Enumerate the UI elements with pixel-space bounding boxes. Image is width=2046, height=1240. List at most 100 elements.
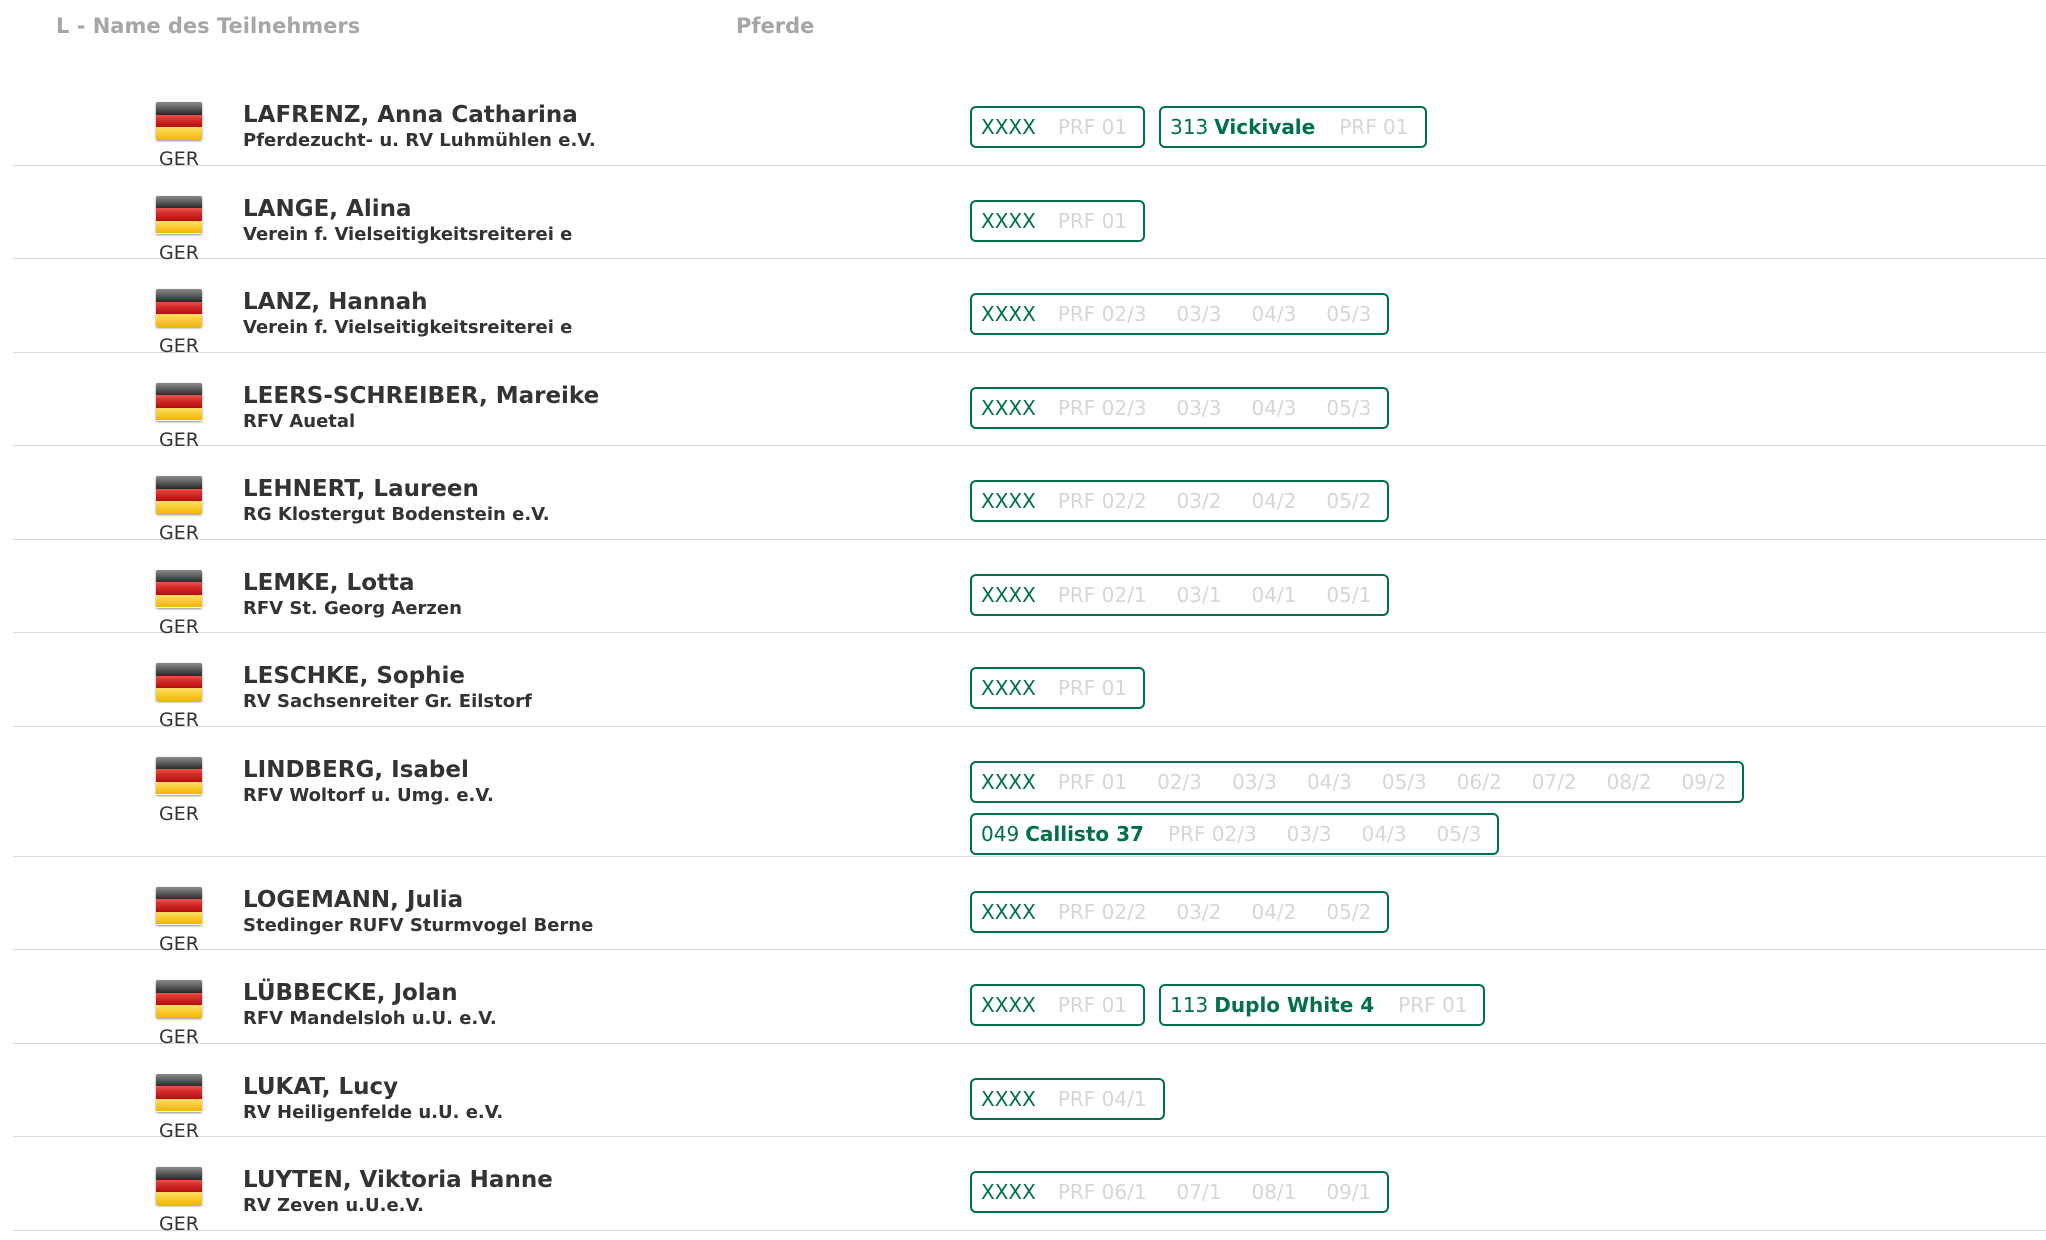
result-code: PRF 04/1	[1057, 1086, 1147, 1111]
result-code: 04/2	[1251, 899, 1297, 924]
horse-entry-pill[interactable]: 049 Callisto 37 PRF 02/3 03/3 04/3 05/3	[970, 812, 1500, 855]
horse-entry-pill[interactable]: XXXX PRF 06/1 07/1 08/1 09/1	[970, 1171, 1390, 1213]
rider-name[interactable]: LINDBERG, Isabel	[243, 757, 494, 783]
participant-row: GER LÜBBECKE, Jolan RFV Mandelsloh u.U. e.…	[13, 950, 2046, 1048]
horse-name[interactable]: Duplo White 4	[1214, 993, 1374, 1017]
horse-entry-pill[interactable]: XXXX PRF 01	[970, 106, 1146, 148]
horse-number: XXXX	[981, 1086, 1036, 1111]
result-code: 05/1	[1326, 582, 1372, 607]
entry-line: XXXX PRF 02/1 03/1 04/1 05/1	[970, 573, 1390, 616]
rider-name[interactable]: LAFRENZ, Anna Catharina	[243, 102, 596, 128]
germany-flag-icon	[156, 980, 202, 1018]
result-code: PRF 01	[1057, 769, 1128, 794]
horse-entry-pill[interactable]: XXXX PRF 01	[970, 984, 1146, 1026]
nation: GER	[141, 195, 217, 264]
rider-info: LEERS-SCHREIBER, Mareike RFV Auetal	[243, 383, 599, 432]
germany-flag-icon	[156, 1167, 202, 1205]
rider-name[interactable]: LÜBBECKE, Jolan	[243, 980, 497, 1006]
rider-name[interactable]: LEHNERT, Laureen	[243, 476, 550, 502]
rider-name[interactable]: LUYTEN, Viktoria Hanne	[243, 1167, 553, 1193]
horse-entry-pill[interactable]: 113 Duplo White 4 PRF 01	[1159, 984, 1486, 1026]
germany-flag-icon	[156, 289, 202, 327]
participant-list: GER LAFRENZ, Anna Catharina Pferdezucht- u…	[0, 72, 2046, 1235]
rider-name[interactable]: LOGEMANN, Julia	[243, 887, 593, 913]
result-code: 08/1	[1251, 1180, 1297, 1204]
participant-row: GER LEMKE, Lotta RFV St. Georg Aerzen XXXX P…	[13, 540, 2046, 638]
germany-flag-icon	[156, 756, 202, 795]
germany-flag-icon	[156, 382, 202, 421]
horse-entries: XXXX PRF 02/2 03/2 04/2 05/2	[970, 480, 1390, 522]
result-code: PRF 02/1	[1057, 582, 1147, 607]
horse-name[interactable]: Callisto 37	[1025, 822, 1144, 846]
result-code: PRF 01	[1057, 676, 1128, 700]
result-code: 07/1	[1176, 1180, 1222, 1204]
horse-number: XXXX	[981, 899, 1036, 924]
result-code: PRF 06/1	[1057, 1180, 1147, 1204]
entry-line: XXXX PRF 02/2 03/2 04/2 05/2	[970, 890, 1390, 933]
horse-entry-pill[interactable]: XXXX PRF 02/2 03/2 04/2 05/2	[970, 890, 1390, 933]
horse-entry-pill[interactable]: XXXX PRF 01	[970, 199, 1146, 242]
result-code: 04/2	[1251, 489, 1297, 513]
horse-entry-pill[interactable]: XXXX PRF 02/2 03/2 04/2 05/2	[970, 480, 1390, 522]
result-code: 03/2	[1176, 899, 1222, 924]
rider-name[interactable]: LUKAT, Lucy	[243, 1074, 503, 1100]
rider-club: RFV St. Georg Aerzen	[243, 597, 462, 619]
rider-info: LAFRENZ, Anna Catharina Pferdezucht- u. R…	[243, 102, 596, 151]
participant-row: GER LAFRENZ, Anna Catharina Pferdezucht- u…	[13, 72, 2046, 170]
nation: GER	[141, 663, 217, 731]
horse-entry-pill[interactable]: XXXX PRF 04/1	[970, 1077, 1165, 1120]
result-code: 09/1	[1326, 1180, 1372, 1204]
rider-club: Verein f. Vielseitigkeitsreiterei e	[243, 317, 573, 338]
horse-name[interactable]: Vickivale	[1214, 115, 1315, 139]
result-code: 04/3	[1251, 395, 1297, 420]
participant-row: GER LESCHKE, Sophie RV Sachsenreiter Gr. E…	[13, 633, 2046, 731]
germany-flag-icon	[156, 886, 202, 925]
rider-info: LOGEMANN, Julia Stedinger RUFV Sturmvogel…	[243, 887, 593, 936]
horse-entries: XXXX PRF 06/1 07/1 08/1 09/1	[970, 1171, 1390, 1213]
result-code: PRF 02/2	[1057, 899, 1147, 924]
horse-number: 049	[981, 821, 1020, 846]
rider-club: RV Zeven u.U.e.V.	[243, 1195, 424, 1216]
horse-entries: XXXX PRF 02/3 03/3 04/3 05/3	[970, 386, 1390, 429]
rider-club: Stedinger RUFV Sturmvogel Berne	[243, 914, 594, 936]
entry-line: 049 Callisto 37 PRF 02/3 03/3 04/3 05/3	[970, 812, 1744, 855]
horse-number: XXXX	[981, 489, 1036, 513]
rider-info: LÜBBECKE, Jolan RFV Mandelsloh u.U. e.V.	[243, 980, 497, 1029]
entry-line: XXXX PRF 01 02/3 03/3 04/3 05/3 06/2 07/2 08/2 09…	[970, 760, 1745, 803]
participant-row: GER LANGE, Alina Verein f. Vielseitigkeits…	[13, 166, 2046, 264]
result-code: 02/3	[1157, 769, 1203, 794]
horse-entries: XXXX PRF 02/3 03/3 04/3 05/3	[970, 293, 1390, 335]
germany-flag-icon	[156, 1073, 202, 1112]
participant-row: GER LEHNERT, Laureen RG Klostergut Bodenst…	[13, 446, 2046, 544]
rider-club: RFV Mandelsloh u.U. e.V.	[243, 1008, 497, 1029]
country-code: GER	[159, 1213, 199, 1235]
horse-entries: XXXX PRF 01 313 Vickivale PRF 01	[970, 106, 1427, 148]
nation: GER	[141, 289, 217, 357]
result-code: PRF 01	[1057, 993, 1128, 1017]
nation: GER	[141, 980, 217, 1048]
rider-name[interactable]: LANZ, Hannah	[243, 289, 572, 315]
entry-line: XXXX PRF 02/3 03/3 04/3 05/3	[970, 293, 1390, 335]
horse-entry-pill[interactable]: XXXX PRF 02/1 03/1 04/1 05/1	[970, 573, 1390, 616]
germany-flag-icon	[156, 195, 202, 234]
result-code: PRF 02/3	[1057, 302, 1147, 326]
horse-entries: XXXX PRF 01	[970, 667, 1146, 709]
rider-name[interactable]: LESCHKE, Sophie	[243, 663, 532, 689]
rider-info: LUKAT, Lucy RV Heiligenfelde u.U. e.V.	[243, 1074, 503, 1123]
rider-name[interactable]: LANGE, Alina	[243, 196, 572, 222]
rider-name[interactable]: LEMKE, Lotta	[243, 570, 462, 596]
horse-number: 313	[1170, 115, 1209, 139]
participant-row: GER LINDBERG, Isabel RFV Woltorf u. Umg. e…	[13, 727, 2046, 857]
horse-entry-pill[interactable]: XXXX PRF 01	[970, 667, 1146, 709]
horse-entry-pill[interactable]: XXXX PRF 02/3 03/3 04/3 05/3	[970, 293, 1390, 335]
rider-club: RV Sachsenreiter Gr. Eilstorf	[243, 691, 532, 712]
result-code: 05/3	[1381, 769, 1427, 794]
result-code: 04/1	[1251, 582, 1297, 607]
rider-club: Pferdezucht- u. RV Luhmühlen e.V.	[243, 130, 596, 151]
horse-entry-pill[interactable]: 313 Vickivale PRF 01	[1159, 106, 1427, 148]
horse-entry-pill[interactable]: XXXX PRF 01 02/3 03/3 04/3 05/3 06/2 07/2 08/2 09…	[970, 760, 1745, 803]
nation: GER	[141, 476, 217, 544]
horse-number: XXXX	[981, 993, 1036, 1017]
rider-name[interactable]: LEERS-SCHREIBER, Mareike	[243, 383, 599, 409]
horse-entry-pill[interactable]: XXXX PRF 02/3 03/3 04/3 05/3	[970, 386, 1390, 429]
